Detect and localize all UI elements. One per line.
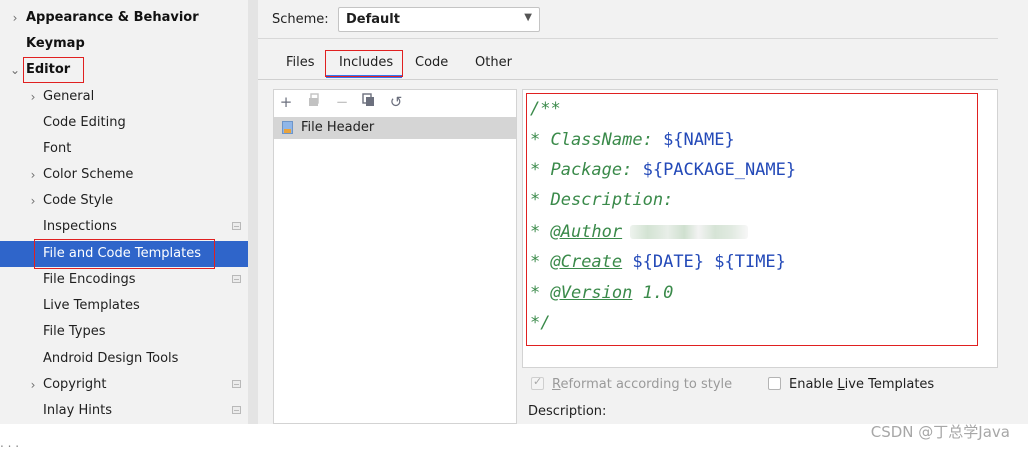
sidebar-item-label: Inspections [43, 219, 117, 234]
sidebar-item-label: Appearance & Behavior [26, 10, 199, 25]
enable-live-templates-checkbox[interactable] [768, 377, 781, 390]
sidebar-item-general[interactable]: › General [0, 84, 248, 110]
sidebar-item-label: Copyright [43, 377, 107, 392]
sidebar-item-file-encodings[interactable]: File Encodings [0, 267, 248, 293]
sidebar-item-label: Color Scheme [43, 167, 134, 182]
project-scope-icon [232, 380, 241, 388]
chevron-down-icon[interactable]: ⌄ [10, 57, 20, 83]
highlight-box [23, 57, 84, 83]
sidebar-item-label: Font [43, 141, 72, 156]
template-list [273, 89, 517, 424]
sidebar-item-label: Keymap [26, 36, 85, 51]
chevron-right-icon[interactable]: › [28, 162, 38, 188]
sidebar-item-color-scheme[interactable]: › Color Scheme [0, 162, 248, 188]
sidebar-item-label: General [43, 89, 95, 104]
live-templates-label: Enable Live Templates [789, 377, 935, 392]
template-item-file-header[interactable]: File Header [274, 117, 516, 139]
tab-code[interactable]: Code [415, 50, 448, 76]
sidebar-item-file-types[interactable]: File Types [0, 319, 248, 345]
reformat-checkbox[interactable]: ✓ [531, 375, 544, 390]
copy-icon[interactable] [306, 93, 324, 111]
editor-highlight [526, 93, 978, 346]
sidebar-item-label: Inlay Hints [43, 403, 112, 418]
project-scope-icon [232, 275, 241, 283]
sidebar-item-label: Code Editing [43, 115, 126, 130]
tab-files[interactable]: Files [286, 50, 315, 76]
sidebar-item-font[interactable]: Font [0, 136, 248, 162]
reset-icon[interactable]: ↺ [387, 93, 405, 111]
chevron-right-icon[interactable]: › [10, 5, 20, 31]
chevron-right-icon[interactable]: › [28, 188, 38, 214]
description-label: Description: [528, 404, 607, 419]
sidebar-item-inspections[interactable]: Inspections [0, 214, 248, 240]
watermark: CSDN @丁总学Java [870, 423, 1010, 441]
chevron-right-icon[interactable]: › [28, 372, 38, 398]
reformat-label: Reformat according to style [552, 377, 733, 392]
ellipsis: . . . [0, 436, 20, 450]
file-header-icon [282, 121, 293, 134]
sidebar-scrollbar[interactable] [248, 0, 258, 424]
sidebar-item-inlay-hints[interactable]: Inlay Hints [0, 398, 248, 424]
includes-tab-highlight [325, 50, 403, 77]
project-scope-icon [232, 406, 241, 414]
sidebar-item-keymap[interactable]: Keymap [0, 31, 248, 57]
sidebar-item-live-templates[interactable]: Live Templates [0, 293, 248, 319]
highlight-box [34, 239, 215, 269]
chevron-right-icon[interactable]: › [28, 84, 38, 110]
sidebar-item-copyright[interactable]: › Copyright [0, 372, 248, 398]
sidebar-item-label: Android Design Tools [43, 351, 179, 366]
remove-icon[interactable]: − [333, 93, 351, 111]
chevron-down-icon: ▼ [524, 12, 532, 23]
sidebar-item-label: File Types [43, 324, 106, 339]
scheme-value: Default [346, 12, 400, 27]
sidebar-item-code-editing[interactable]: Code Editing [0, 110, 248, 136]
sidebar-item-code-style[interactable]: › Code Style [0, 188, 248, 214]
sidebar-item-label: Code Style [43, 193, 114, 208]
sidebar-item-label: Live Templates [43, 298, 140, 313]
sidebar-item-appearance-behavior[interactable]: › Appearance & Behavior [0, 5, 248, 31]
duplicate-icon[interactable] [360, 93, 378, 111]
divider [258, 38, 998, 39]
sidebar-item-label: File Encodings [43, 272, 136, 287]
tabs-divider [258, 79, 998, 80]
template-item-label: File Header [301, 120, 375, 135]
scheme-label: Scheme: [272, 12, 329, 27]
tab-other[interactable]: Other [475, 50, 512, 76]
add-icon[interactable]: + [277, 93, 295, 111]
sidebar-item-android-design-tools[interactable]: Android Design Tools [0, 346, 248, 372]
project-scope-icon [232, 222, 241, 230]
scheme-dropdown[interactable]: Default ▼ [338, 7, 540, 32]
